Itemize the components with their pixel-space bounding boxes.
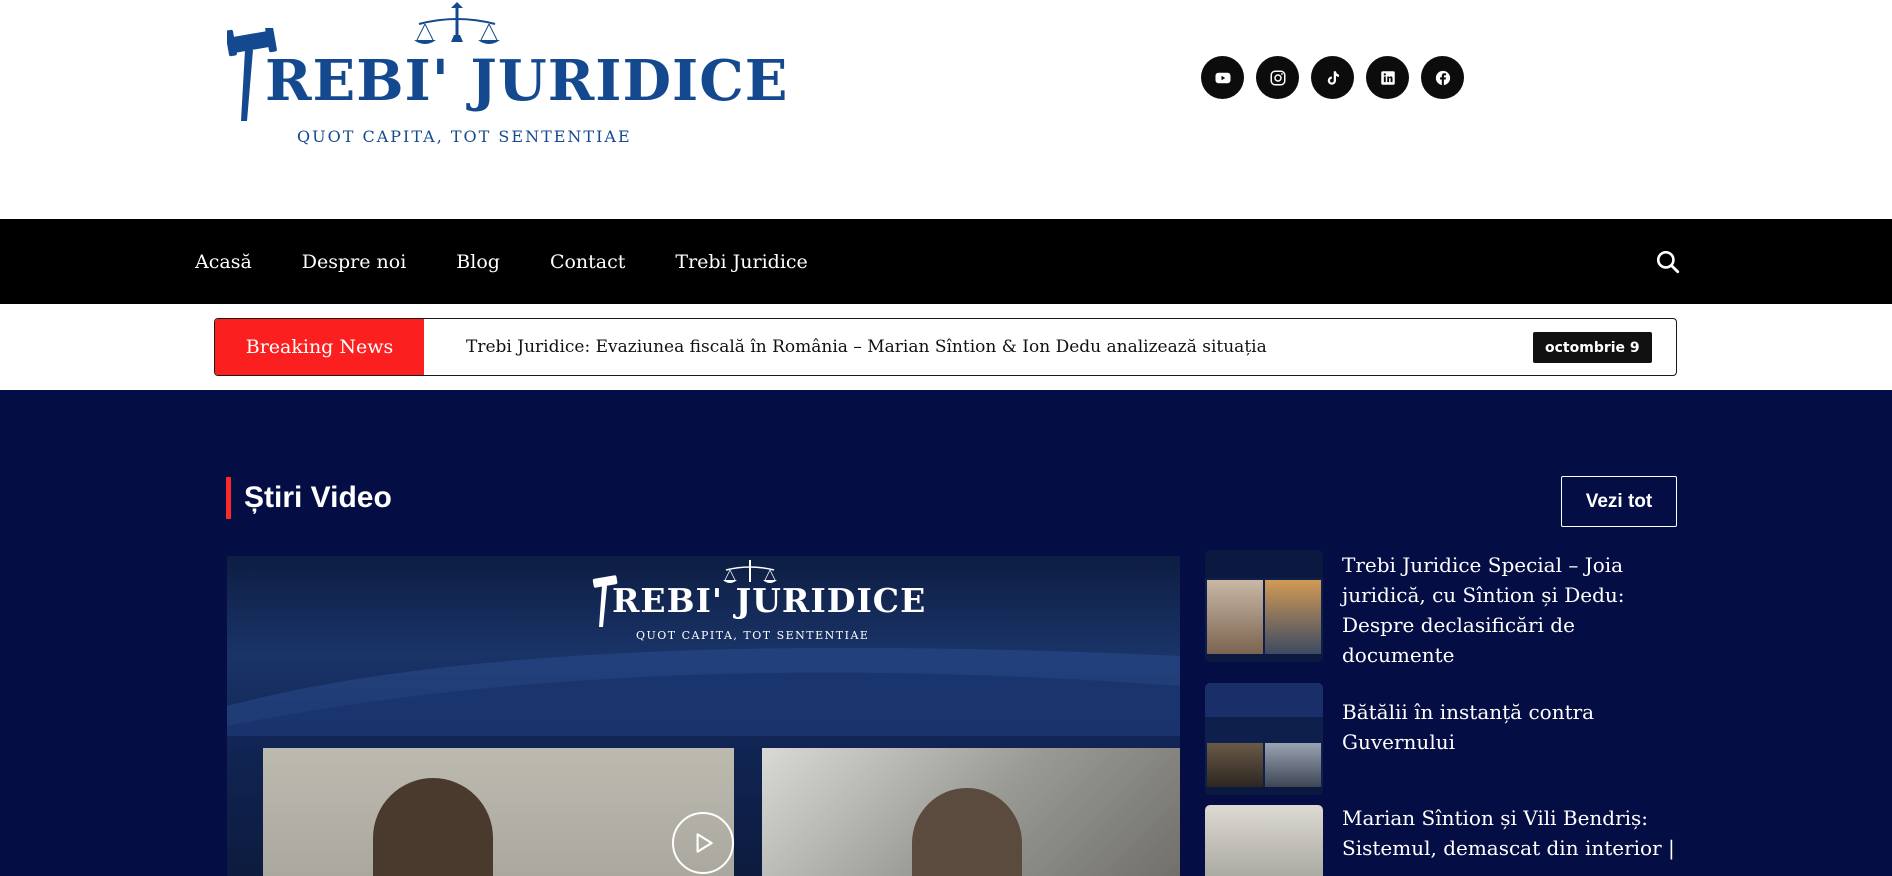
tiktok-icon [1327, 70, 1339, 85]
video-title[interactable]: Bătălii în instanță contra Guvernului [1342, 697, 1682, 757]
section-heading: Știri Video [226, 477, 392, 519]
linkedin-link[interactable] [1366, 56, 1409, 99]
video-thumbnail [1205, 805, 1323, 876]
video-participant-right [762, 748, 1180, 876]
search-icon[interactable] [1655, 249, 1681, 275]
nav-item-trebi-juridice[interactable]: Trebi Juridice [675, 251, 807, 273]
main-navigation: Acasă Despre noi Blog Contact Trebi Juri… [0, 219, 1892, 304]
youtube-link[interactable] [1201, 56, 1244, 99]
facebook-link[interactable] [1421, 56, 1464, 99]
tiktok-link[interactable] [1311, 56, 1354, 99]
video-list-item[interactable]: Bătălii în instanță contra Guvernului [1205, 683, 1685, 795]
nav-item-blog[interactable]: Blog [456, 251, 500, 273]
youtube-icon [1215, 72, 1230, 83]
video-participant-left [263, 748, 734, 876]
thumbnail-participant [1265, 743, 1321, 787]
play-icon [696, 833, 713, 853]
facebook-icon [1435, 70, 1450, 85]
thumbnail-footer [1205, 654, 1323, 662]
view-all-button[interactable]: Vezi tot [1561, 476, 1677, 527]
video-thumbnail [1205, 550, 1323, 662]
logo-tagline: QUOT CAPITA, TOT SENTENTIAE [297, 127, 632, 146]
thumbnail-header [1205, 683, 1323, 717]
video-list-item[interactable]: Marian Sîntion și Vili Bendriș: Sistemul… [1205, 805, 1685, 876]
featured-video-logo: REBI' JURIDICE QUOT CAPITA, TOT SENTENTI… [592, 556, 925, 656]
scales-icon [414, 2, 500, 44]
breaking-news-bar: Breaking News Trebi Juridice: Evaziunea … [0, 304, 1892, 390]
social-links [1201, 56, 1464, 99]
breaking-news-date: octombrie 9 [1533, 332, 1652, 363]
linkedin-icon [1380, 70, 1395, 85]
video-title[interactable]: Trebi Juridice Special – Joia juridică, … [1342, 550, 1682, 670]
thumbnail-footer [1205, 787, 1323, 795]
thumbnail-participant [1207, 743, 1263, 787]
site-logo[interactable]: REBI' JURIDICE QUOT CAPITA, TOT SENTENTI… [227, 2, 787, 152]
breaking-news-label: Breaking News [215, 319, 424, 375]
featured-video-logo-tagline: QUOT CAPITA, TOT SENTENTIAE [636, 629, 870, 642]
logo-title: REBI' JURIDICE [265, 48, 789, 114]
participant-silhouette [912, 788, 1022, 876]
thumbnail-participant [1207, 580, 1263, 654]
breaking-news-ticker: Breaking News Trebi Juridice: Evaziunea … [214, 318, 1677, 376]
section-title: Știri Video [244, 481, 392, 514]
video-news-section: Știri Video Vezi tot REBI' JURIDICE QUOT… [0, 390, 1892, 876]
nav-item-acasa[interactable]: Acasă [195, 251, 252, 273]
featured-video-logo-title: REBI' JURIDICE [612, 581, 927, 620]
thumbnail-participant [1265, 580, 1321, 654]
thumbnail-header [1205, 550, 1323, 578]
video-thumbnail [1205, 683, 1323, 795]
nav-item-contact[interactable]: Contact [550, 251, 625, 273]
video-title[interactable]: Marian Sîntion și Vili Bendriș: Sistemul… [1342, 803, 1682, 863]
instagram-icon [1270, 70, 1285, 85]
instagram-link[interactable] [1256, 56, 1299, 99]
breaking-news-headline[interactable]: Trebi Juridice: Evaziunea fiscală în Rom… [466, 319, 1267, 375]
video-list-item[interactable]: Trebi Juridice Special – Joia juridică, … [1205, 550, 1685, 667]
play-button[interactable] [672, 812, 734, 874]
participant-silhouette [373, 778, 493, 876]
nav-item-despre-noi[interactable]: Despre noi [302, 251, 407, 273]
featured-video[interactable]: REBI' JURIDICE QUOT CAPITA, TOT SENTENTI… [227, 556, 1180, 876]
site-header: REBI' JURIDICE QUOT CAPITA, TOT SENTENTI… [0, 0, 1892, 219]
nav-menu: Acasă Despre noi Blog Contact Trebi Juri… [195, 219, 808, 304]
